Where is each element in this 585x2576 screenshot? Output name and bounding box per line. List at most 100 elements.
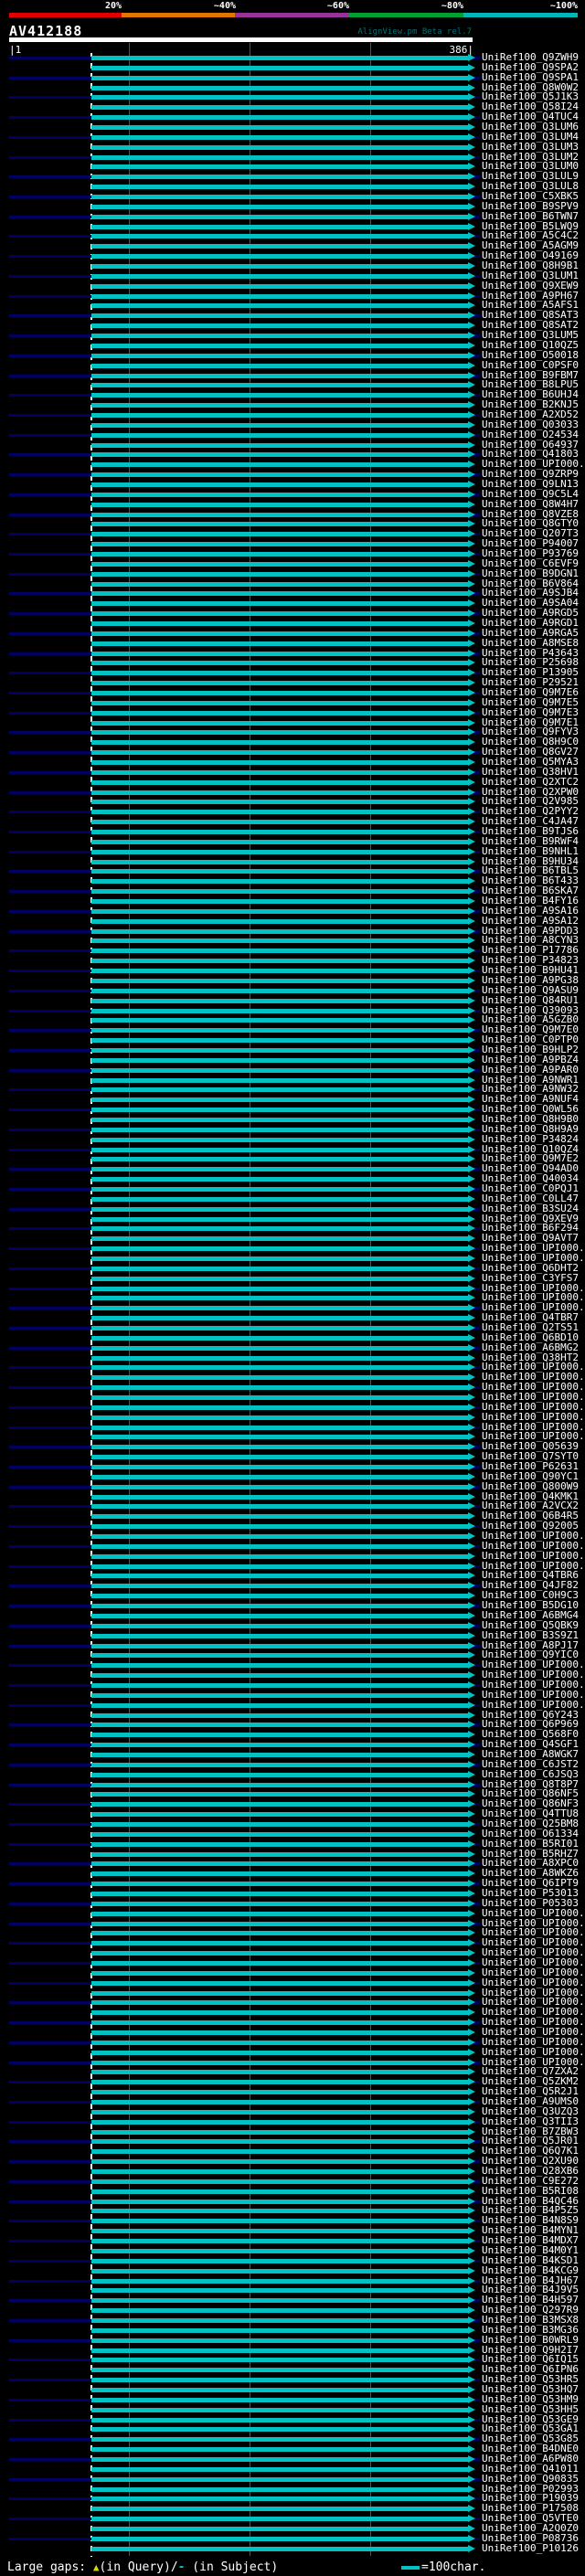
alignment-bar[interactable] [91,1047,468,1053]
alignment-bar[interactable] [91,1891,468,1896]
alignment-bar[interactable] [91,1108,468,1113]
alignment-bar[interactable] [91,522,468,527]
alignment-bar[interactable] [91,512,468,517]
alignment-bar[interactable] [91,452,468,458]
alignment-bar[interactable] [91,2139,468,2145]
alignment-bar[interactable] [91,760,468,766]
alignment-bar[interactable] [91,1117,468,1122]
alignment-bar[interactable] [91,710,468,716]
alignment-bar[interactable] [91,1276,468,1281]
alignment-bar[interactable] [91,1604,468,1609]
alignment-bar[interactable] [91,1762,468,1767]
alignment-bar[interactable] [91,2020,468,2026]
alignment-bar[interactable] [91,1613,468,1618]
alignment-bar[interactable] [91,918,468,924]
alignment-bar[interactable] [91,681,468,686]
alignment-bar[interactable] [91,551,468,557]
alignment-bar[interactable] [91,1772,468,1777]
alignment-bar[interactable] [91,2308,468,2314]
alignment-bar[interactable] [91,2358,468,2363]
alignment-bar[interactable] [91,323,468,329]
alignment-bar[interactable] [91,1266,468,1271]
alignment-bar[interactable] [91,75,468,80]
alignment-bar[interactable] [91,293,468,299]
alignment-bar[interactable] [91,2268,468,2274]
alignment-bar[interactable] [91,1553,468,1559]
alignment-bar[interactable] [91,2070,468,2075]
alignment-bar[interactable] [91,2486,468,2492]
alignment-bar[interactable] [91,2517,468,2522]
alignment-bar[interactable] [91,2378,468,2383]
alignment-bar[interactable] [91,1752,468,1757]
alignment-bar[interactable] [91,1097,468,1103]
alignment-bar[interactable] [91,1911,468,1916]
alignment-bar[interactable] [91,581,468,587]
alignment-bar[interactable] [91,899,468,905]
alignment-bar[interactable] [91,1882,468,1887]
alignment-bar[interactable] [91,830,468,835]
alignment-bar[interactable] [91,244,468,249]
alignment-bar[interactable] [91,1484,468,1489]
alignment-bar[interactable] [91,1425,468,1430]
alignment-bar[interactable] [91,1921,468,1926]
alignment-bar[interactable] [91,1792,468,1797]
alignment-bar[interactable] [91,254,468,260]
alignment-bar[interactable] [91,1831,468,1837]
alignment-bar[interactable] [91,730,468,736]
alignment-bar[interactable] [91,1594,468,1599]
alignment-bar[interactable] [91,769,468,775]
alignment-bar[interactable] [91,978,468,983]
alignment-bar[interactable] [91,1415,468,1420]
alignment-bar[interactable] [91,1692,468,1698]
alignment-bar[interactable] [91,1385,468,1391]
alignment-bar[interactable] [91,1216,468,1222]
alignment-bar[interactable] [91,2169,468,2175]
alignment-bar[interactable] [91,2149,468,2155]
alignment-bar[interactable] [91,1355,468,1361]
alignment-bar[interactable] [91,998,468,1003]
alignment-bar[interactable] [91,949,468,954]
alignment-bar[interactable] [91,2278,468,2284]
alignment-bar[interactable] [91,1743,468,1748]
alignment-bar[interactable] [91,1067,468,1073]
alignment-bar[interactable] [91,2327,468,2333]
alignment-bar[interactable] [91,820,468,825]
alignment-bar[interactable] [91,2437,468,2443]
alignment-bar[interactable] [91,472,468,478]
alignment-bar[interactable] [91,938,468,944]
alignment-bar[interactable] [91,2447,468,2453]
alignment-bar[interactable] [91,1445,468,1450]
alignment-bar[interactable] [91,1951,468,1956]
alignment-bar[interactable] [91,234,468,239]
alignment-bar[interactable] [91,1841,468,1847]
alignment-bar[interactable] [91,561,468,567]
alignment-bar[interactable] [91,2129,468,2135]
alignment-bar[interactable] [91,1564,468,1569]
alignment-bar[interactable] [91,303,468,309]
alignment-bar[interactable] [91,2000,468,2006]
alignment-bar[interactable] [91,1812,468,1818]
alignment-bar[interactable] [91,1861,468,1867]
alignment-bar[interactable] [91,740,468,746]
alignment-bar[interactable] [91,1395,468,1401]
alignment-bar[interactable] [91,1574,468,1579]
alignment-bar[interactable] [91,988,468,993]
alignment-bar[interactable] [91,2317,468,2323]
alignment-bar[interactable] [91,2298,468,2304]
alignment-bar[interactable] [91,214,468,219]
alignment-bar[interactable] [91,1494,468,1500]
alignment-bar[interactable] [91,164,468,170]
alignment-bar[interactable] [91,403,468,408]
alignment-bar[interactable] [91,2189,468,2194]
alignment-bar[interactable] [91,532,468,537]
alignment-bar[interactable] [91,1543,468,1549]
alignment-bar[interactable] [91,2080,468,2085]
alignment-bar[interactable] [91,2100,468,2105]
alignment-bar[interactable] [91,1712,468,1718]
alignment-bar[interactable] [91,1077,468,1083]
alignment-bar[interactable] [91,2119,468,2125]
alignment-bar[interactable] [91,95,468,101]
alignment-bar[interactable] [91,1931,468,1936]
alignment-bar[interactable] [91,2368,468,2373]
alignment-bar[interactable] [91,620,468,626]
